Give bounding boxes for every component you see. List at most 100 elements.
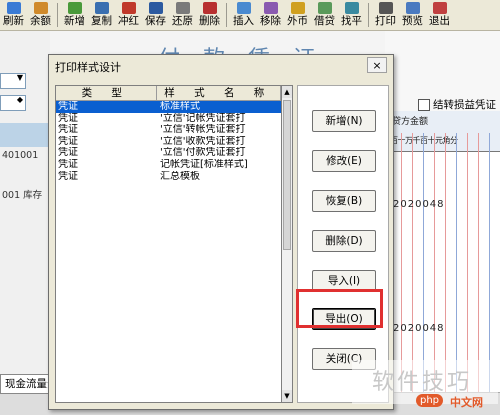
account-code: 401001 [2, 150, 39, 161]
dialog-title: 打印样式设计 [55, 61, 121, 74]
style-list[interactable]: 类 型 样 式 名 称 凭证 标准样式 凭证 '立信'记帐凭证套打 凭证 '立信'转帐凭证… [55, 85, 281, 403]
toolbar-label: 外币 [287, 15, 308, 27]
column-header-style-name[interactable]: 样 式 名 称 [157, 86, 281, 100]
toolbar-button-14[interactable]: 预览 [399, 0, 426, 30]
list-item-type: 凭证 [58, 147, 78, 159]
delete-button[interactable]: 删除(D) [312, 230, 376, 252]
carry-forward-label: 结转损益凭证 [433, 99, 496, 111]
toolbar-button-8[interactable]: 插入 [230, 0, 257, 30]
toolbar-button-0[interactable]: 刷新 [0, 0, 27, 30]
toolbar-label: 刷新 [3, 15, 24, 27]
toolbar-label: 余额 [30, 15, 51, 27]
list-item-style-name: '立信'收款凭证套打 [160, 135, 246, 147]
toolbar-button-5[interactable]: 保存 [142, 0, 169, 30]
account-name: 001 库存 [2, 190, 43, 201]
toolbar-label: 删除 [199, 15, 220, 27]
list-item-style-name: '立信'记帐凭证套打 [160, 112, 246, 124]
list-header: 类 型 样 式 名 称 [56, 86, 281, 101]
print-style-dialog: 打印样式设计 × 类 型 样 式 名 称 凭证 标准样式 凭证 '立信'记帐凭证套打凭… [48, 54, 394, 410]
refresh-icon [6, 2, 21, 14]
spinner-icon: ◆ [16, 95, 23, 104]
toolbar-button-7[interactable]: 删除 [196, 0, 223, 30]
list-item-style-name: 记帐凭证[标准样式] [160, 158, 248, 170]
toolbar-label: 还原 [172, 15, 193, 27]
checkbox-icon [418, 98, 430, 111]
new-button[interactable]: 新增(N) [312, 110, 376, 132]
list-item[interactable]: 凭证 记帐凭证[标准样式] [56, 159, 281, 171]
toolbar-button-9[interactable]: 移除 [257, 0, 284, 30]
toolbar-button-11[interactable]: 借贷 [311, 0, 338, 30]
list-item-type: 凭证 [58, 158, 78, 170]
list-item-style-name: '立信'付款凭证套打 [160, 147, 246, 159]
toolbar-button-6[interactable]: 还原 [169, 0, 196, 30]
toolbar-button-15[interactable]: 退出 [426, 0, 453, 30]
toolbar-separator [57, 3, 58, 27]
remove-icon [263, 2, 278, 14]
left-combo-bottom[interactable]: ◆ [0, 95, 26, 111]
toolbar-button-3[interactable]: 复制 [88, 0, 115, 30]
toolbar-button-2[interactable]: 新增 [61, 0, 88, 30]
copy-icon [94, 2, 109, 14]
toolbar-label: 复制 [91, 15, 112, 27]
amount-row-2: 2020048 [393, 323, 445, 334]
toolbar-label: 打印 [375, 15, 396, 27]
left-combo-top[interactable]: ▼ [0, 73, 26, 89]
amount-row-1: 2020048 [393, 199, 445, 210]
scroll-up-icon[interactable]: ▲ [282, 86, 292, 98]
export-highlight-box [296, 289, 383, 328]
print-icon [378, 2, 393, 14]
reverse-icon [121, 2, 136, 14]
left-panel: ▼ ◆ 401001 001 库存 [0, 31, 50, 414]
edit-button[interactable]: 修改(E) [312, 150, 376, 172]
list-item[interactable]: 凭证 汇总模板 [56, 171, 281, 183]
list-item-type: 凭证 [58, 135, 78, 147]
carry-forward-checkbox[interactable]: 结转损益凭证 [418, 97, 496, 112]
toolbar-label: 移除 [260, 15, 281, 27]
toolbar-label: 借贷 [314, 15, 335, 27]
restore-button[interactable]: 恢复(B) [312, 190, 376, 212]
column-header-type[interactable]: 类 型 [56, 86, 157, 100]
balance-level-icon [344, 2, 359, 14]
toolbar-label: 冲红 [118, 15, 139, 27]
list-item-type: 凭证 [58, 112, 78, 124]
restore-icon [175, 2, 190, 14]
list-item[interactable]: 凭证 '立信'转帐凭证套打 [56, 124, 281, 136]
left-header-strip [0, 123, 50, 147]
list-item-style-name: '立信'转帐凭证套打 [160, 124, 246, 136]
toolbar-label: 保存 [145, 15, 166, 27]
toolbar-separator [226, 3, 227, 27]
insert-icon [236, 2, 251, 14]
toolbar-button-12[interactable]: 找平 [338, 0, 365, 30]
watermark-badge: php [416, 394, 444, 407]
exit-icon [432, 2, 447, 14]
toolbar-label: 预览 [402, 15, 423, 27]
close-icon[interactable]: × [367, 57, 387, 73]
balance-icon [33, 2, 48, 14]
list-item[interactable]: 凭证 标准样式 [56, 101, 281, 113]
list-item[interactable]: 凭证 '立信'收款凭证套打 [56, 136, 281, 148]
toolbar-button-10[interactable]: 外币 [284, 0, 311, 30]
delete-icon [202, 2, 217, 14]
watermark-site: 中文网 [450, 396, 483, 409]
list-item[interactable]: 凭证 '立信'记帐凭证套打 [56, 113, 281, 125]
toolbar-label: 插入 [233, 15, 254, 27]
toolbar-separator [368, 3, 369, 27]
dialog-titlebar[interactable]: 打印样式设计 × [49, 55, 393, 75]
toolbar-button-1[interactable]: 余额 [27, 0, 54, 30]
button-panel: 新增(N) 修改(E) 恢复(B) 删除(D) 导入(I) 导出(O) 关闭(C… [297, 85, 389, 403]
list-item[interactable]: 凭证 '立信'付款凭证套打 [56, 147, 281, 159]
toolbar-button-4[interactable]: 冲红 [115, 0, 142, 30]
currency-icon [290, 2, 305, 14]
toolbar-button-13[interactable]: 打印 [372, 0, 399, 30]
list-item-type: 凭证 [58, 170, 78, 182]
preview-icon [405, 2, 420, 14]
list-item-style-name: 汇总模板 [160, 170, 200, 182]
chevron-down-icon: ▼ [16, 73, 23, 82]
list-item-type: 凭证 [58, 101, 78, 112]
toolbar: 刷新 余额 新增 复制 冲红 保存 还原 删除 插入 移除 外币 借贷 找平 打印 预览 退出 [0, 0, 500, 31]
list-scrollbar[interactable]: ▲ ▼ [281, 85, 293, 403]
scroll-thumb[interactable] [283, 100, 291, 250]
watermark-text: 软件技巧 [372, 370, 473, 395]
toolbar-label: 找平 [341, 15, 362, 27]
scroll-down-icon[interactable]: ▼ [282, 390, 292, 402]
